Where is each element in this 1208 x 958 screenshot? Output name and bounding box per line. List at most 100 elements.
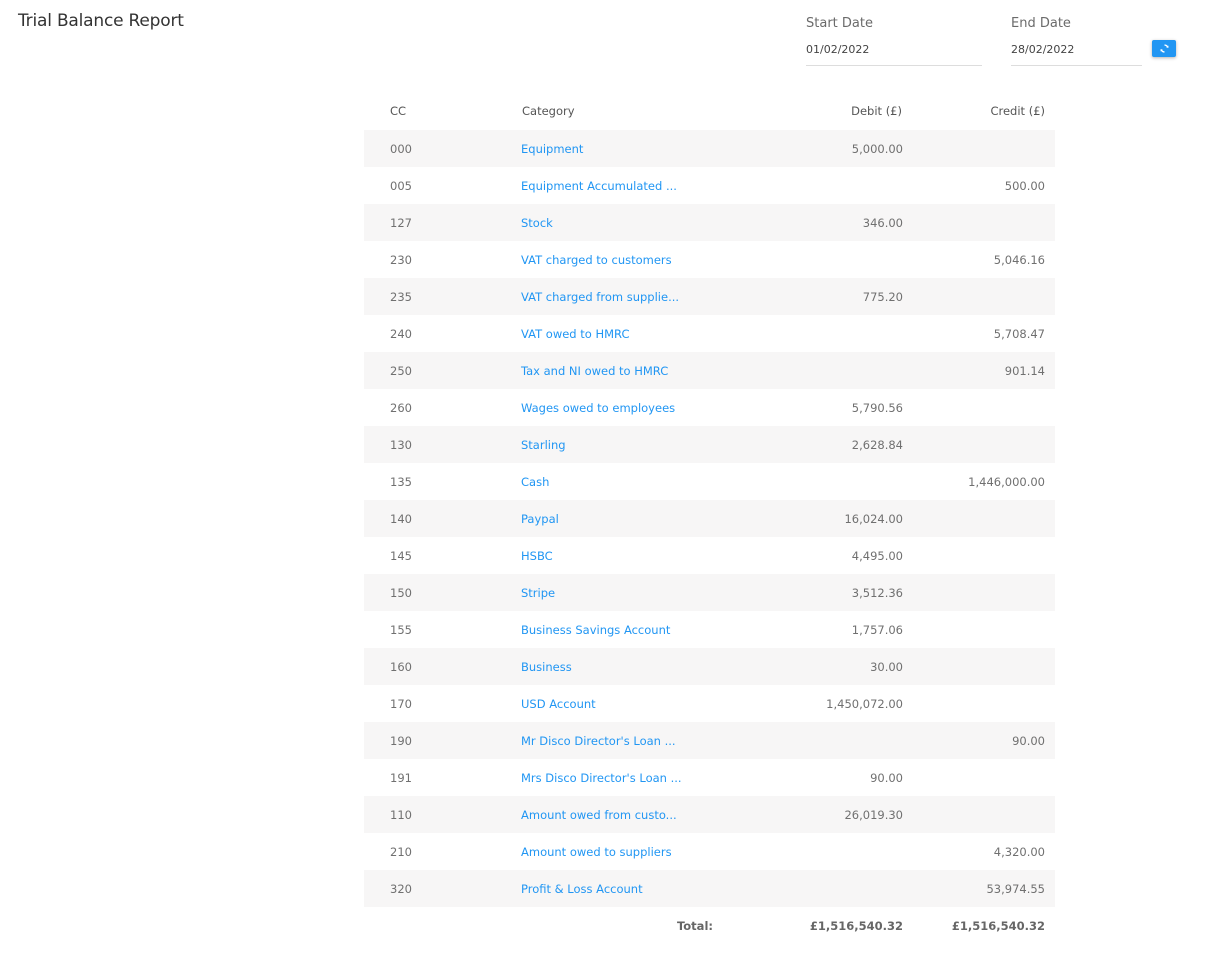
table-row: 130 Starling 2,628.84 bbox=[364, 426, 1055, 463]
start-date-input[interactable]: 01/02/2022 bbox=[806, 43, 982, 66]
cell-cc: 230 bbox=[390, 252, 412, 267]
end-date-field[interactable]: End Date 28/02/2022 bbox=[1011, 16, 1142, 66]
start-date-field[interactable]: Start Date 01/02/2022 bbox=[806, 16, 982, 66]
cell-credit bbox=[903, 130, 1055, 167]
cell-cc: 150 bbox=[390, 585, 412, 600]
category-link[interactable]: Tax and NI owed to HMRC bbox=[521, 364, 668, 378]
category-link[interactable]: Amount owed to suppliers bbox=[521, 845, 672, 859]
trial-balance-table: CC Category Debit (£) Credit (£) 000 Equi… bbox=[364, 91, 1055, 944]
cell-cc: 260 bbox=[390, 400, 412, 415]
cell-credit: 4,320.00 bbox=[993, 844, 1045, 859]
cell-debit bbox=[723, 352, 903, 389]
cell-cc: 140 bbox=[390, 511, 412, 526]
category-link[interactable]: Wages owed to employees bbox=[521, 401, 675, 415]
cell-debit bbox=[723, 167, 903, 204]
cell-credit: 53,974.55 bbox=[986, 881, 1045, 896]
header-credit[interactable]: Credit (£) bbox=[903, 91, 1055, 130]
cell-cc: 135 bbox=[390, 474, 412, 489]
table-row: 250 Tax and NI owed to HMRC 901.14 bbox=[364, 352, 1055, 389]
cell-credit bbox=[903, 426, 1055, 463]
end-date-input[interactable]: 28/02/2022 bbox=[1011, 43, 1142, 66]
cell-cc: 110 bbox=[390, 807, 412, 822]
cell-cc: 160 bbox=[390, 659, 412, 674]
table-row: 135 Cash 1,446,000.00 bbox=[364, 463, 1055, 500]
category-link[interactable]: VAT owed to HMRC bbox=[521, 327, 629, 341]
cell-credit bbox=[903, 611, 1055, 648]
category-link[interactable]: Mr Disco Director's Loan ... bbox=[521, 734, 676, 748]
category-link[interactable]: Business Savings Account bbox=[521, 623, 670, 637]
table-row: 260 Wages owed to employees 5,790.56 bbox=[364, 389, 1055, 426]
end-date-label: End Date bbox=[1011, 16, 1071, 31]
table-header-row: CC Category Debit (£) Credit (£) bbox=[364, 91, 1055, 130]
cell-debit: 1,450,072.00 bbox=[826, 696, 903, 711]
cell-credit bbox=[903, 537, 1055, 574]
cell-credit bbox=[903, 500, 1055, 537]
cell-cc: 320 bbox=[390, 881, 412, 896]
category-link[interactable]: USD Account bbox=[521, 697, 596, 711]
header-category[interactable]: Category bbox=[521, 91, 723, 130]
table-row: 150 Stripe 3,512.36 bbox=[364, 574, 1055, 611]
category-link[interactable]: VAT charged from supplie... bbox=[521, 290, 679, 304]
cell-credit bbox=[903, 796, 1055, 833]
table-row: 235 VAT charged from supplie... 775.20 bbox=[364, 278, 1055, 315]
category-link[interactable]: Paypal bbox=[521, 512, 559, 526]
category-link[interactable]: VAT charged to customers bbox=[521, 253, 672, 267]
table-row: 320 Profit & Loss Account 53,974.55 bbox=[364, 870, 1055, 907]
header-cc[interactable]: CC bbox=[364, 91, 521, 130]
cell-debit: 775.20 bbox=[862, 289, 903, 304]
debit-total: £1,516,540.32 bbox=[809, 918, 903, 933]
cell-cc: 127 bbox=[390, 215, 412, 230]
cell-credit: 90.00 bbox=[1012, 733, 1045, 748]
cell-cc: 005 bbox=[390, 178, 412, 193]
table-row: 191 Mrs Disco Director's Loan ... 90.00 bbox=[364, 759, 1055, 796]
cell-debit bbox=[723, 833, 903, 870]
category-link[interactable]: Profit & Loss Account bbox=[521, 882, 643, 896]
cell-cc: 170 bbox=[390, 696, 412, 711]
refresh-button[interactable] bbox=[1152, 40, 1176, 57]
category-link[interactable]: Equipment Accumulated ... bbox=[521, 179, 677, 193]
header-debit[interactable]: Debit (£) bbox=[723, 91, 903, 130]
cell-credit: 1,446,000.00 bbox=[968, 474, 1045, 489]
cell-debit: 30.00 bbox=[870, 659, 903, 674]
table-row: 190 Mr Disco Director's Loan ... 90.00 bbox=[364, 722, 1055, 759]
cell-credit bbox=[903, 759, 1055, 796]
cell-cc: 190 bbox=[390, 733, 412, 748]
category-link[interactable]: HSBC bbox=[521, 549, 553, 563]
table-row: 110 Amount owed from custo... 26,019.30 bbox=[364, 796, 1055, 833]
cell-debit bbox=[723, 870, 903, 907]
table-row: 145 HSBC 4,495.00 bbox=[364, 537, 1055, 574]
cell-cc: 155 bbox=[390, 622, 412, 637]
cell-credit: 5,046.16 bbox=[993, 252, 1045, 267]
cell-debit bbox=[723, 463, 903, 500]
start-date-label: Start Date bbox=[806, 16, 873, 31]
cell-credit bbox=[903, 204, 1055, 241]
category-link[interactable]: Stripe bbox=[521, 586, 555, 600]
cell-credit bbox=[903, 389, 1055, 426]
category-link[interactable]: Business bbox=[521, 660, 572, 674]
table-total-row: Total: £1,516,540.32 £1,516,540.32 bbox=[364, 907, 1055, 944]
category-link[interactable]: Starling bbox=[521, 438, 566, 452]
category-link[interactable]: Stock bbox=[521, 216, 553, 230]
cell-cc: 210 bbox=[390, 844, 412, 859]
cell-debit: 16,024.00 bbox=[844, 511, 903, 526]
cell-cc: 250 bbox=[390, 363, 412, 378]
table-row: 240 VAT owed to HMRC 5,708.47 bbox=[364, 315, 1055, 352]
table-row: 210 Amount owed to suppliers 4,320.00 bbox=[364, 833, 1055, 870]
category-link[interactable]: Cash bbox=[521, 475, 549, 489]
cell-credit: 901.14 bbox=[1004, 363, 1045, 378]
cell-cc: 240 bbox=[390, 326, 412, 341]
cell-cc: 235 bbox=[390, 289, 412, 304]
table-row: 155 Business Savings Account 1,757.06 bbox=[364, 611, 1055, 648]
category-link[interactable]: Mrs Disco Director's Loan ... bbox=[521, 771, 682, 785]
category-link[interactable]: Equipment bbox=[521, 142, 583, 156]
table-row: 160 Business 30.00 bbox=[364, 648, 1055, 685]
cell-cc: 130 bbox=[390, 437, 412, 452]
cell-credit bbox=[903, 278, 1055, 315]
table-row: 140 Paypal 16,024.00 bbox=[364, 500, 1055, 537]
refresh-icon bbox=[1159, 44, 1169, 53]
cell-debit: 5,000.00 bbox=[851, 141, 903, 156]
cell-debit: 90.00 bbox=[870, 770, 903, 785]
category-link[interactable]: Amount owed from custo... bbox=[521, 808, 677, 822]
cell-cc: 000 bbox=[390, 141, 412, 156]
table-row: 127 Stock 346.00 bbox=[364, 204, 1055, 241]
